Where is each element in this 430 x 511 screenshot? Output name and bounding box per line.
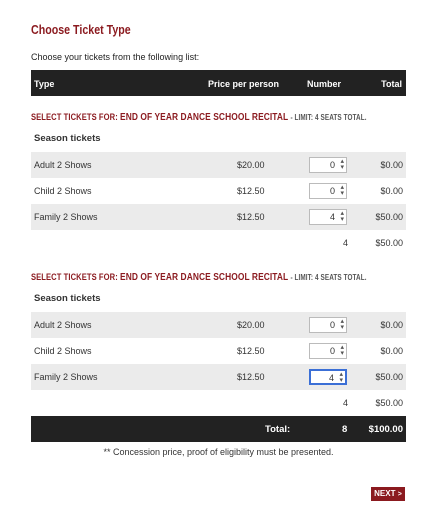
header-number: Number <box>307 79 342 89</box>
table-header: Type Price per person Number Total <box>31 70 406 96</box>
ticket-name: Family 2 Shows <box>34 372 98 382</box>
concession-note: ** Concession price, proof of eligibilit… <box>103 447 334 457</box>
quantity-input[interactable]: 0 ▴ ▾ <box>309 317 347 333</box>
group-label: Season tickets <box>34 293 101 304</box>
section-prefix: SELECT TICKETS FOR: <box>31 272 118 283</box>
quantity-value: 4 <box>329 212 335 222</box>
ticket-name: Family 2 Shows <box>34 212 98 222</box>
spinner-icon[interactable]: ▴ ▾ <box>340 158 344 171</box>
grand-total-count: 8 <box>342 424 348 435</box>
quantity-value: 0 <box>329 320 335 330</box>
row-total: $0.00 <box>380 320 403 330</box>
quantity-value: 0 <box>329 160 335 170</box>
section-prefix: SELECT TICKETS FOR: <box>31 112 118 123</box>
row-total: $50.00 <box>375 372 403 382</box>
quantity-input[interactable]: 0 ▴ ▾ <box>309 343 347 359</box>
section-subtotal: 4 $50.00 <box>31 233 406 253</box>
page-title: Choose Ticket Type <box>31 22 131 37</box>
table-row: Family 2 Shows $12.50 4 ▴ ▾ $50.00 <box>31 364 406 390</box>
subtotal-count: 4 <box>343 238 349 248</box>
ticket-price: $12.50 <box>237 212 265 222</box>
quantity-input[interactable]: 0 ▴ ▾ <box>309 183 347 199</box>
header-type: Type <box>34 79 55 89</box>
ticket-name: Adult 2 Shows <box>34 320 92 330</box>
section-event: END OF YEAR DANCE SCHOOL RECITAL <box>120 271 289 283</box>
group-label: Season tickets <box>34 133 101 144</box>
grand-total-bar: Total: 8 $100.00 <box>31 416 406 442</box>
ticket-price: $12.50 <box>237 346 265 356</box>
header-price: Price per person <box>208 79 280 89</box>
section-limit: - LIMIT: 4 SEATS TOTAL. <box>290 273 367 282</box>
subtotal-amount: $50.00 <box>375 398 403 408</box>
spinner-icon[interactable]: ▴ ▾ <box>339 371 343 384</box>
quantity-input[interactable]: 4 ▴ ▾ <box>309 209 347 225</box>
spinner-icon[interactable]: ▴ ▾ <box>340 210 344 223</box>
quantity-value: 0 <box>329 346 335 356</box>
quantity-value: 4 <box>328 373 334 383</box>
quantity-input[interactable]: 4 ▴ ▾ <box>309 369 347 385</box>
spinner-icon[interactable]: ▴ ▾ <box>340 184 344 197</box>
ticket-price: $20.00 <box>237 320 265 330</box>
subtotal-count: 4 <box>343 398 349 408</box>
section-subtotal: 4 $50.00 <box>31 393 406 413</box>
section-limit: - LIMIT: 4 SEATS TOTAL. <box>290 113 367 122</box>
next-button[interactable]: NEXT > <box>371 487 405 501</box>
header-total: Total <box>381 79 402 89</box>
row-total: $50.00 <box>375 212 403 222</box>
table-row: Adult 2 Shows $20.00 0 ▴ ▾ $0.00 <box>31 312 406 338</box>
table-row: Adult 2 Shows $20.00 0 ▴ ▾ $0.00 <box>31 152 406 178</box>
ticket-price: $20.00 <box>237 160 265 170</box>
section-event: END OF YEAR DANCE SCHOOL RECITAL <box>120 111 289 123</box>
spinner-icon[interactable]: ▴ ▾ <box>340 344 344 357</box>
row-total: $0.00 <box>380 186 403 196</box>
subtotal-amount: $50.00 <box>375 238 403 248</box>
intro-text: Choose your tickets from the following l… <box>31 52 200 62</box>
section-title: SELECT TICKETS FOR: END OF YEAR DANCE SC… <box>31 111 367 123</box>
ticket-price: $12.50 <box>237 186 265 196</box>
grand-total-label: Total: <box>265 424 291 435</box>
ticket-name: Child 2 Shows <box>34 186 92 196</box>
quantity-value: 0 <box>329 186 335 196</box>
table-row: Child 2 Shows $12.50 0 ▴ ▾ $0.00 <box>31 178 406 204</box>
row-total: $0.00 <box>380 160 403 170</box>
row-total: $0.00 <box>380 346 403 356</box>
ticket-name: Adult 2 Shows <box>34 160 92 170</box>
grand-total-amount: $100.00 <box>368 424 403 435</box>
ticket-name: Child 2 Shows <box>34 346 92 356</box>
section-title: SELECT TICKETS FOR: END OF YEAR DANCE SC… <box>31 271 367 283</box>
next-label: NEXT <box>374 489 396 498</box>
spinner-icon[interactable]: ▴ ▾ <box>340 318 344 331</box>
quantity-input[interactable]: 0 ▴ ▾ <box>309 157 347 173</box>
table-row: Family 2 Shows $12.50 4 ▴ ▾ $50.00 <box>31 204 406 230</box>
ticket-price: $12.50 <box>237 372 265 382</box>
table-row: Child 2 Shows $12.50 0 ▴ ▾ $0.00 <box>31 338 406 364</box>
chevron-right-icon: > <box>397 491 402 498</box>
